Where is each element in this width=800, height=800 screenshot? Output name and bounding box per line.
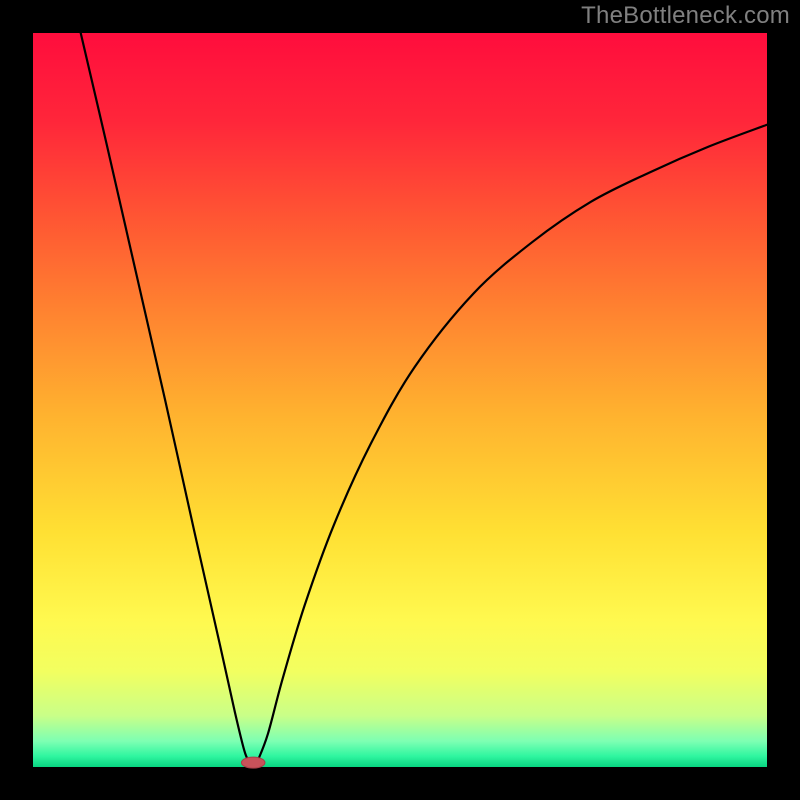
chart-frame: TheBottleneck.com	[0, 0, 800, 800]
gradient-background	[33, 33, 767, 767]
bottleneck-chart	[0, 0, 800, 800]
balance-point-marker	[241, 757, 264, 768]
watermark-text: TheBottleneck.com	[581, 2, 790, 30]
